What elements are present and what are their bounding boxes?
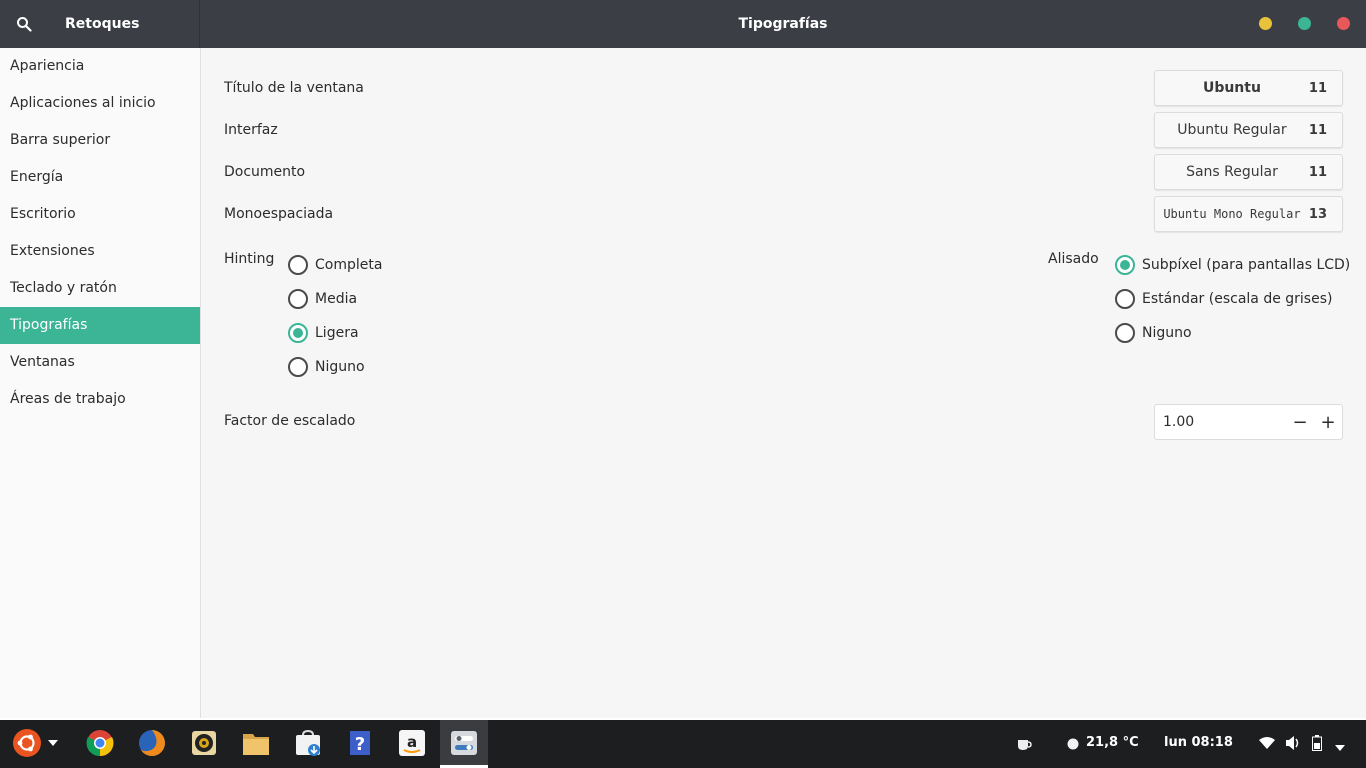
antialiasing-estandar-radio[interactable]: Estándar (escala de grises)	[1115, 289, 1332, 309]
interface-font-size: 11	[1308, 122, 1327, 138]
hinting-niguno-radio[interactable]: Niguno	[288, 357, 365, 377]
sidebar-item-tipografias[interactable]: Tipografías	[0, 307, 200, 344]
search-icon	[17, 17, 32, 32]
taskbar: ? a 21,8 °C lun 08:18	[0, 718, 1366, 768]
sidebar: Apariencia Aplicaciones al inicio Barra …	[0, 48, 201, 718]
hinting-media-radio[interactable]: Media	[288, 289, 357, 309]
sidebar-item-ventanas[interactable]: Ventanas	[0, 344, 200, 381]
tweaks-icon[interactable]	[449, 728, 479, 758]
monospace-font-button[interactable]: Ubuntu Mono Regular 13	[1154, 196, 1343, 232]
scaling-factor-spinbutton: 1.00 − +	[1154, 404, 1343, 440]
sidebar-item-apariencia[interactable]: Apariencia	[0, 48, 200, 85]
menu-chevron-down-icon[interactable]	[44, 728, 62, 758]
chrome-icon[interactable]	[85, 728, 115, 758]
clock[interactable]: lun 08:18	[1164, 735, 1233, 750]
search-button[interactable]	[0, 0, 48, 48]
interface-font-name: Ubuntu Regular	[1177, 122, 1287, 138]
document-font-size: 11	[1308, 164, 1327, 180]
scaling-factor-label: Factor de escalado	[224, 413, 356, 429]
interface-font-button[interactable]: Ubuntu Regular 11	[1154, 112, 1343, 148]
radio-indicator	[1115, 323, 1135, 343]
radio-indicator	[1115, 255, 1135, 275]
files-icon[interactable]	[241, 728, 271, 758]
minimize-button[interactable]	[1259, 17, 1272, 30]
caffeine-icon[interactable]	[1016, 737, 1032, 755]
sidebar-item-extensiones[interactable]: Extensiones	[0, 233, 200, 270]
radio-indicator	[288, 289, 308, 309]
antialiasing-niguno-radio[interactable]: Niguno	[1115, 323, 1192, 343]
scaling-factor-input[interactable]: 1.00	[1155, 414, 1286, 430]
window-controls	[1259, 17, 1350, 30]
antialiasing-subpixel-radio[interactable]: Subpíxel (para pantallas LCD)	[1115, 255, 1350, 275]
svg-text:a: a	[407, 733, 417, 751]
radio-indicator	[288, 323, 308, 343]
rhythmbox-icon[interactable]	[189, 728, 219, 758]
antialiasing-label: Alisado	[1048, 251, 1099, 267]
close-button[interactable]	[1337, 17, 1350, 30]
maximize-button[interactable]	[1298, 17, 1311, 30]
window-title-font-name: Ubuntu	[1202, 80, 1261, 96]
header-bar: Retoques Tipografías	[0, 0, 1366, 48]
wifi-icon[interactable]	[1259, 737, 1275, 753]
sidebar-item-aplicaciones-al-inicio[interactable]: Aplicaciones al inicio	[0, 85, 200, 122]
monospace-font-size: 13	[1308, 206, 1327, 222]
radio-label: Ligera	[315, 325, 359, 341]
radio-label: Completa	[315, 257, 383, 273]
amazon-icon[interactable]: a	[397, 728, 427, 758]
weather-icon[interactable]	[1067, 738, 1079, 754]
scaling-increment-button[interactable]: +	[1314, 405, 1342, 439]
radio-label: Media	[315, 291, 358, 307]
interface-font-label: Interfaz	[224, 122, 278, 138]
header-left: Retoques	[0, 0, 200, 48]
radio-label: Estándar (escala de grises)	[1142, 291, 1333, 307]
weather-temperature[interactable]: 21,8 °C	[1086, 735, 1139, 750]
sidebar-item-teclado-y-raton[interactable]: Teclado y ratón	[0, 270, 200, 307]
sidebar-item-areas-de-trabajo[interactable]: Áreas de trabajo	[0, 381, 200, 418]
hinting-label: Hinting	[224, 251, 275, 267]
radio-label: Subpíxel (para pantallas LCD)	[1142, 257, 1351, 273]
page-title: Tipografías	[738, 16, 828, 32]
svg-text:?: ?	[355, 734, 365, 755]
window-title-font-button[interactable]: Ubuntu 11	[1154, 70, 1343, 106]
document-font-button[interactable]: Sans Regular 11	[1154, 154, 1343, 190]
monospace-font-name: Ubuntu Mono Regular	[1163, 207, 1301, 221]
sidebar-item-barra-superior[interactable]: Barra superior	[0, 122, 200, 159]
software-icon[interactable]	[293, 728, 323, 758]
document-font-name: Sans Regular	[1186, 164, 1278, 180]
firefox-icon[interactable]	[137, 728, 167, 758]
main-panel: Título de la ventana Ubuntu 11 Interfaz …	[201, 48, 1366, 718]
sidebar-item-escritorio[interactable]: Escritorio	[0, 196, 200, 233]
hinting-ligera-radio[interactable]: Ligera	[288, 323, 359, 343]
radio-label: Niguno	[315, 359, 365, 375]
help-icon[interactable]: ?	[345, 728, 375, 758]
radio-indicator	[288, 255, 308, 275]
sidebar-item-energia[interactable]: Energía	[0, 159, 200, 196]
radio-label: Niguno	[1142, 325, 1192, 341]
volume-icon[interactable]	[1285, 736, 1301, 754]
window-title-font-size: 11	[1308, 80, 1327, 96]
radio-indicator	[288, 357, 308, 377]
document-font-label: Documento	[224, 164, 306, 180]
scaling-decrement-button[interactable]: −	[1286, 405, 1314, 439]
ubuntu-icon[interactable]	[12, 728, 42, 758]
app-name: Retoques	[65, 16, 140, 32]
system-menu-chevron-down-icon[interactable]	[1335, 740, 1345, 755]
battery-icon[interactable]	[1312, 735, 1322, 755]
radio-indicator	[1115, 289, 1135, 309]
hinting-completa-radio[interactable]: Completa	[288, 255, 382, 275]
window-title-font-label: Título de la ventana	[224, 80, 364, 96]
monospace-font-label: Monoespaciada	[224, 206, 334, 222]
